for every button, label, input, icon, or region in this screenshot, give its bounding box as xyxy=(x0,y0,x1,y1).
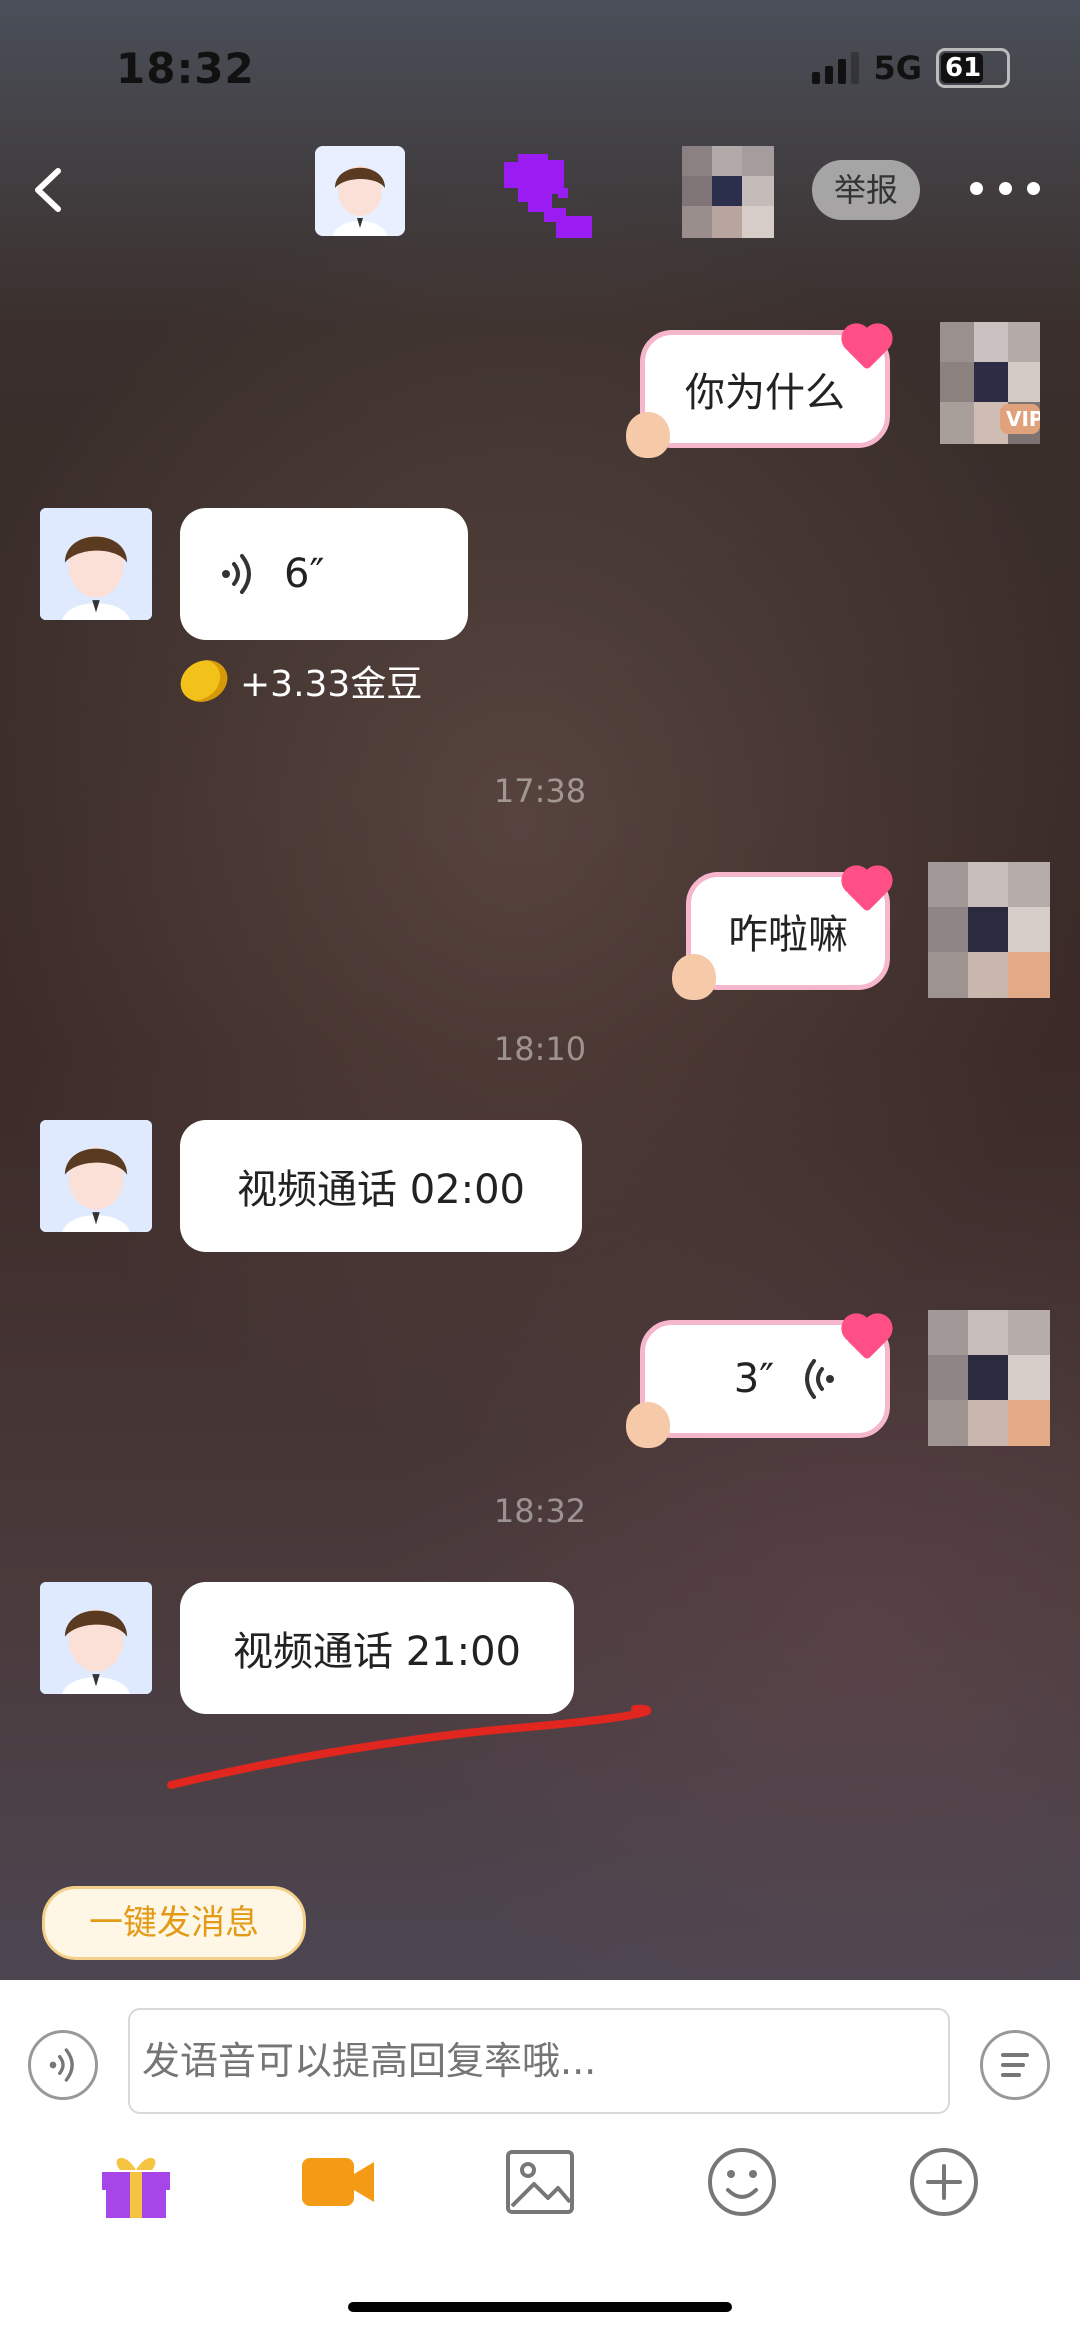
home-indicator[interactable] xyxy=(348,2302,732,2312)
timestamp: 17:38 xyxy=(493,772,587,810)
contact-avatar-message[interactable] xyxy=(40,508,152,620)
voice-wave-icon xyxy=(805,1359,835,1399)
self-avatar-vip[interactable]: VIP xyxy=(940,322,1040,444)
more-button[interactable] xyxy=(970,168,1040,208)
voice-duration: 3″ xyxy=(733,1356,775,1402)
partner-avatar[interactable] xyxy=(682,146,774,238)
message-right-1[interactable]: 你为什么 xyxy=(626,327,890,458)
red-underline-annotation xyxy=(167,1704,652,1789)
chevron-left-icon xyxy=(35,168,61,212)
message-text: 咋啦嘛 xyxy=(728,912,848,958)
battery-level: 61 xyxy=(945,53,982,83)
video-call-message-bubble[interactable]: 视频通话 02:00 xyxy=(180,1120,582,1252)
network-type: 5G xyxy=(873,49,922,87)
emoji-icon[interactable] xyxy=(702,2144,782,2220)
battery-icon: 61 xyxy=(936,48,1010,88)
self-avatar[interactable] xyxy=(928,1310,1050,1446)
message-text: 视频通话 02:00 xyxy=(237,1167,525,1213)
gold-bean-icon xyxy=(173,652,235,710)
avatar-illustration xyxy=(315,146,405,236)
report-button[interactable]: 举报 xyxy=(812,160,921,220)
menu-toggle-button[interactable] xyxy=(980,2030,1050,2100)
svg-text:VIP: VIP xyxy=(1006,407,1040,431)
hand-heart-icon xyxy=(626,1402,670,1448)
plus-icon[interactable] xyxy=(904,2144,984,2220)
avatar-illustration xyxy=(40,1120,152,1232)
avatar-illustration xyxy=(40,1582,152,1694)
message-right-2[interactable]: 咋啦嘛 xyxy=(672,869,890,1000)
voice-icon xyxy=(49,2048,74,2082)
voice-wave-icon xyxy=(222,554,251,594)
reward-text: +3.33金豆 xyxy=(240,664,423,705)
gift-icon[interactable] xyxy=(96,2144,176,2220)
voice-message-bubble[interactable]: 6″ xyxy=(180,508,468,640)
timestamp: 18:32 xyxy=(493,1492,587,1530)
signal-icon xyxy=(812,52,860,84)
avatar-illustration xyxy=(40,508,152,620)
message-text: 你为什么 xyxy=(685,370,845,416)
self-avatar[interactable] xyxy=(928,862,1050,998)
hand-heart-icon xyxy=(672,954,716,1000)
message-text: 视频通话 21:00 xyxy=(233,1629,521,1675)
quick-message-button[interactable]: 一键发消息 xyxy=(42,1886,306,1960)
voice-message-right[interactable]: 3″ xyxy=(626,1317,890,1448)
voice-duration: 6″ xyxy=(284,551,325,597)
more-dots-icon xyxy=(970,181,983,195)
timestamp: 18:10 xyxy=(493,1030,587,1068)
contact-avatar[interactable] xyxy=(315,146,405,236)
video-camera-icon[interactable] xyxy=(298,2144,378,2220)
contact-avatar-message[interactable] xyxy=(40,1582,152,1694)
back-button[interactable] xyxy=(28,165,68,215)
status-indicators: 5G 61 xyxy=(812,48,1010,88)
menu-icon xyxy=(1001,2053,1029,2077)
hand-heart-icon xyxy=(626,412,670,458)
contact-avatar-message[interactable] xyxy=(40,1120,152,1232)
image-icon[interactable] xyxy=(500,2144,580,2220)
status-time: 18:32 xyxy=(116,44,255,93)
message-input[interactable] xyxy=(128,2008,950,2114)
gold-bean-reward: +3.33金豆 xyxy=(173,652,423,710)
heart-icon xyxy=(504,154,592,238)
voice-input-toggle[interactable] xyxy=(28,2030,98,2100)
